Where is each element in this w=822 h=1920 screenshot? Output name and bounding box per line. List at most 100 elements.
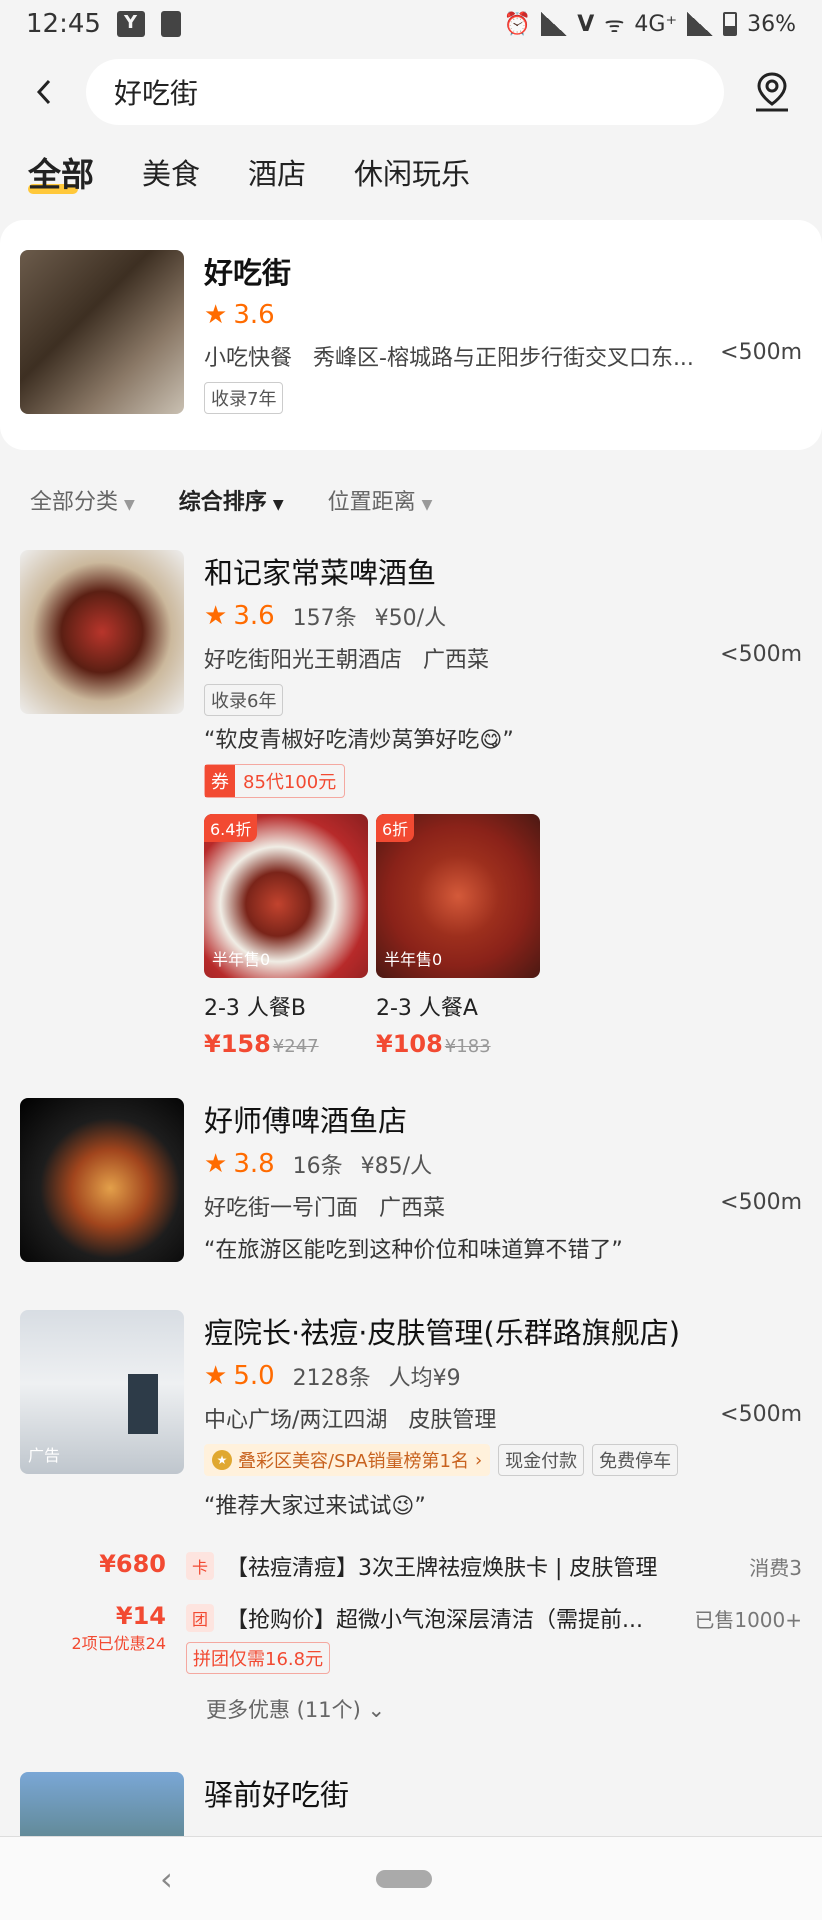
shop-photo (20, 1098, 184, 1262)
list-item[interactable]: 和记家常菜啤酒鱼 ★ 3.6 157条 ¥50/人 好吃街阳光王朝酒店 广西菜 … (0, 550, 822, 1094)
shop-meta: 好吃街阳光王朝酒店 广西菜 <500m (204, 642, 802, 674)
deal-discount: 6.4折 (204, 814, 258, 842)
network-type: 4G⁺ (634, 11, 678, 37)
deal-discount: 6折 (376, 814, 415, 842)
top-result-category: 小吃快餐 (204, 346, 293, 371)
shop-location-line: 中心广场/两江四湖 皮肤管理 (204, 1402, 496, 1434)
shop-distance: <500m (720, 1190, 802, 1215)
top-result-meta: 小吃快餐 秀峰区-榕城路与正阳步行街交叉口东... <500m (204, 340, 802, 372)
shop-rating: 3.8 (233, 1149, 275, 1179)
tab-leisure[interactable]: 休闲玩乐 (354, 151, 470, 193)
top-result-rating-row: ★ 3.6 (204, 300, 802, 330)
list-item[interactable]: 广告 痘院长·祛痘·皮肤管理(乐群路旗舰店) ★ 5.0 2128条 人均¥9 … (0, 1310, 822, 1550)
search-input[interactable]: 好吃街 (86, 59, 724, 125)
more-offers-button[interactable]: 更多优惠 (11个) ⌄ (0, 1694, 822, 1724)
top-result-tag: 收录7年 (204, 382, 284, 414)
nav-back-icon[interactable]: ‹ (160, 1860, 173, 1898)
offer-price: ¥14 (115, 1602, 166, 1630)
shop-reviews: 16条 (292, 1154, 343, 1179)
coupon-tag[interactable]: 券 85代100元 (204, 764, 346, 798)
map-pin-icon (756, 72, 788, 112)
shop-price: ¥85/人 (360, 1154, 433, 1179)
deal-card[interactable]: 6折 半年售0 2-3 人餐A ¥108 ¥183 (376, 814, 540, 1058)
status-time: 12:45 (26, 9, 101, 39)
offer-row[interactable]: ¥14 2项已优惠24 团 【抢购价】超微小气泡深层清洁（需提前... 已售10… (0, 1602, 822, 1674)
shop-category: 广西菜 (423, 648, 490, 673)
shop-info: 和记家常菜啤酒鱼 ★ 3.6 157条 ¥50/人 好吃街阳光王朝酒店 广西菜 … (204, 550, 802, 1058)
status-left: 12:45 (26, 9, 181, 39)
result-list: 和记家常菜啤酒鱼 ★ 3.6 157条 ¥50/人 好吃街阳光王朝酒店 广西菜 … (0, 550, 822, 1920)
offer-right: 已售1000+ (694, 1607, 802, 1632)
offer-desc: 【抢购价】超微小气泡深层清洁（需提前... (226, 1608, 643, 1633)
top-result-address: 秀峰区-榕城路与正阳步行街交叉口东... (313, 346, 694, 371)
shop-distance: <500m (720, 1402, 802, 1427)
filter-category-label: 全部分类 (30, 490, 119, 515)
top-result-photo (20, 250, 184, 414)
shop-meta: 好吃街一号门面 广西菜 <500m (204, 1190, 802, 1222)
offer-right: 消费3 (749, 1555, 802, 1580)
search-query: 好吃街 (114, 77, 199, 110)
shop-location: 中心广场/两江四湖 (204, 1408, 388, 1433)
caret-down-icon: ▼ (272, 497, 284, 513)
medal-icon: ★ (212, 1450, 232, 1470)
coupon-badge: 券 (205, 765, 235, 797)
deal-original-price: ¥183 (444, 1036, 491, 1057)
category-tabs: 全部 美食 酒店 休闲玩乐 (0, 136, 822, 208)
filter-sort[interactable]: 综合排序 ▼ (179, 484, 284, 516)
wifi-icon: ᯤ (604, 13, 625, 38)
shop-quote: “推荐大家过来试试😉” (204, 1494, 426, 1519)
deal-prices: ¥158 ¥247 (204, 1030, 368, 1058)
offer-line: 卡 【祛痘清痘】3次王牌祛痘焕肤卡 | 皮肤管理 消费3 (186, 1550, 802, 1582)
deal-name: 2-3 人餐A (376, 996, 478, 1021)
battery-level: 36% (747, 11, 796, 37)
alarm-icon: ⏰ (503, 11, 532, 37)
offer-price-col: ¥14 2项已优惠24 (0, 1602, 186, 1654)
list-item[interactable]: 好师傅啤酒鱼店 ★ 3.8 16条 ¥85/人 好吃街一号门面 广西菜 <500… (0, 1094, 822, 1310)
shop-distance: <500m (720, 642, 802, 667)
shop-name: 痘院长·祛痘·皮肤管理(乐群路旗舰店) (204, 1316, 681, 1350)
shop-rating-row: ★ 5.0 2128条 人均¥9 (204, 1360, 802, 1392)
back-button[interactable] (20, 68, 68, 116)
system-nav-bar: ‹ (0, 1836, 822, 1920)
shop-category: 皮肤管理 (408, 1408, 497, 1433)
notification-app-icon (116, 11, 145, 37)
offer-desc: 【祛痘清痘】3次王牌祛痘焕肤卡 | 皮肤管理 (226, 1556, 658, 1581)
star-icon: ★ (204, 1361, 228, 1391)
deal-list: 6.4折 半年售0 2-3 人餐B ¥158 ¥247 6折 半年售0 2-3 人… (204, 814, 802, 1058)
shop-reviews: 2128条 (292, 1366, 371, 1391)
shop-info: 好师傅啤酒鱼店 ★ 3.8 16条 ¥85/人 好吃街一号门面 广西菜 <500… (204, 1098, 802, 1274)
shop-quote: “软皮青椒好吃清炒莴笋好吃😋” (204, 728, 514, 753)
shop-location: 好吃街阳光王朝酒店 (204, 648, 403, 673)
filter-sort-label: 综合排序 (178, 490, 267, 515)
star-icon: ★ (204, 1149, 228, 1179)
offer-row[interactable]: ¥680 卡 【祛痘清痘】3次王牌祛痘焕肤卡 | 皮肤管理 消费3 (0, 1550, 822, 1582)
deal-name: 2-3 人餐B (204, 996, 307, 1021)
shop-info: 痘院长·祛痘·皮肤管理(乐群路旗舰店) ★ 5.0 2128条 人均¥9 中心广… (204, 1310, 802, 1530)
shop-name: 驿前好吃街 (204, 1778, 350, 1812)
shop-rating-row: ★ 3.8 16条 ¥85/人 (204, 1148, 802, 1180)
nav-home-pill[interactable] (376, 1870, 432, 1888)
shop-price: ¥50/人 (374, 606, 447, 631)
filter-category[interactable]: 全部分类 ▼ (30, 484, 135, 516)
tab-all[interactable]: 全部 (28, 148, 94, 196)
map-button[interactable] (742, 62, 802, 122)
top-result-card[interactable]: 好吃街 ★ 3.6 小吃快餐 秀峰区-榕城路与正阳步行街交叉口东... <500… (0, 220, 822, 450)
status-right: ⏰ V ᯤ 4G⁺ 36% (504, 9, 796, 39)
shop-location: 好吃街一号门面 (204, 1196, 359, 1221)
chevron-left-icon (36, 79, 51, 105)
deal-card[interactable]: 6.4折 半年售0 2-3 人餐B ¥158 ¥247 (204, 814, 368, 1058)
tab-food[interactable]: 美食 (142, 151, 200, 193)
caret-down-icon: ▼ (124, 497, 135, 513)
shop-meta: 中心广场/两江四湖 皮肤管理 <500m (204, 1402, 802, 1434)
rank-badge[interactable]: ★ 叠彩区美容/SPA销量榜第1名 › (204, 1444, 491, 1476)
shop-location-line: 好吃街一号门面 广西菜 (204, 1190, 445, 1222)
tab-hotel[interactable]: 酒店 (248, 151, 306, 193)
star-icon: ★ (204, 300, 228, 330)
offer-body: 团 【抢购价】超微小气泡深层清洁（需提前... 已售1000+ 拼团仅需16.8… (186, 1602, 802, 1674)
shop-name: 和记家常菜啤酒鱼 (204, 556, 437, 590)
feature-chip: 现金付款 (498, 1444, 585, 1476)
deal-sold: 半年售0 (212, 950, 271, 969)
deal-photo: 6折 半年售0 (376, 814, 540, 978)
deal-original-price: ¥247 (272, 1036, 319, 1057)
filter-distance[interactable]: 位置距离 ▼ (328, 484, 433, 516)
